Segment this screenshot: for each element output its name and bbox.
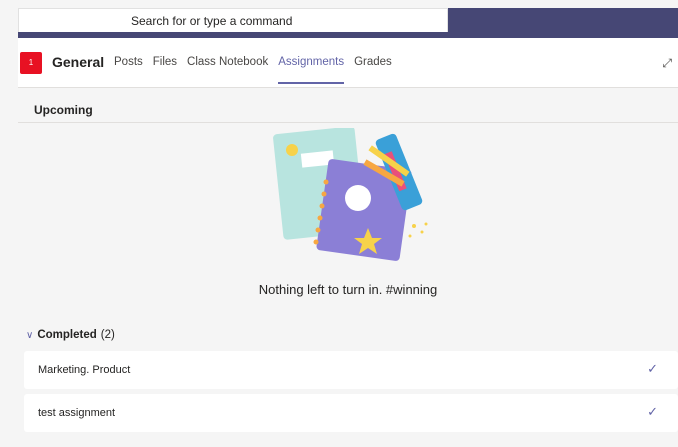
chevron-down-icon: ∨ [26,329,34,341]
completed-label: Completed [37,329,97,341]
tab-files[interactable]: Files [153,56,177,88]
tab-grades[interactable]: Grades [354,56,392,88]
upcoming-title: Upcoming [34,103,93,117]
sparkle-icon [408,222,428,238]
empty-state-illustration [273,128,428,261]
checkmark-icon: ✓ [647,361,658,376]
completed-count: (2) [100,329,115,341]
expand-icon[interactable]: ⤢ [662,56,672,71]
tab-posts[interactable]: Posts [114,56,143,88]
team-avatar[interactable]: 1 [20,52,42,74]
list-item[interactable]: Marketing. Product ✓ [24,351,678,389]
title-bar: Search for or type a command [0,0,678,40]
channel-header: 1 General Posts Files Class Notebook Ass… [18,38,678,88]
tab-class-notebook[interactable]: Class Notebook [187,56,268,88]
empty-state-message: Nothing left to turn in. #winning [258,282,438,297]
assignment-title: Marketing. Product [38,364,131,376]
checkmark-icon: ✓ [647,404,658,419]
search-input[interactable]: Search for or type a command [18,8,448,32]
tab-assignments[interactable]: Assignments [278,56,344,88]
channel-name: General [52,54,105,70]
list-item[interactable]: test assignment ✓ [24,394,678,432]
assignment-title: test assignment [38,407,116,419]
tab-bar: Posts Files Class Notebook Assignments G… [114,56,392,88]
upcoming-section-header: Upcoming [18,97,678,123]
completed-section-toggle[interactable]: ∨ Completed (2) [26,329,115,341]
